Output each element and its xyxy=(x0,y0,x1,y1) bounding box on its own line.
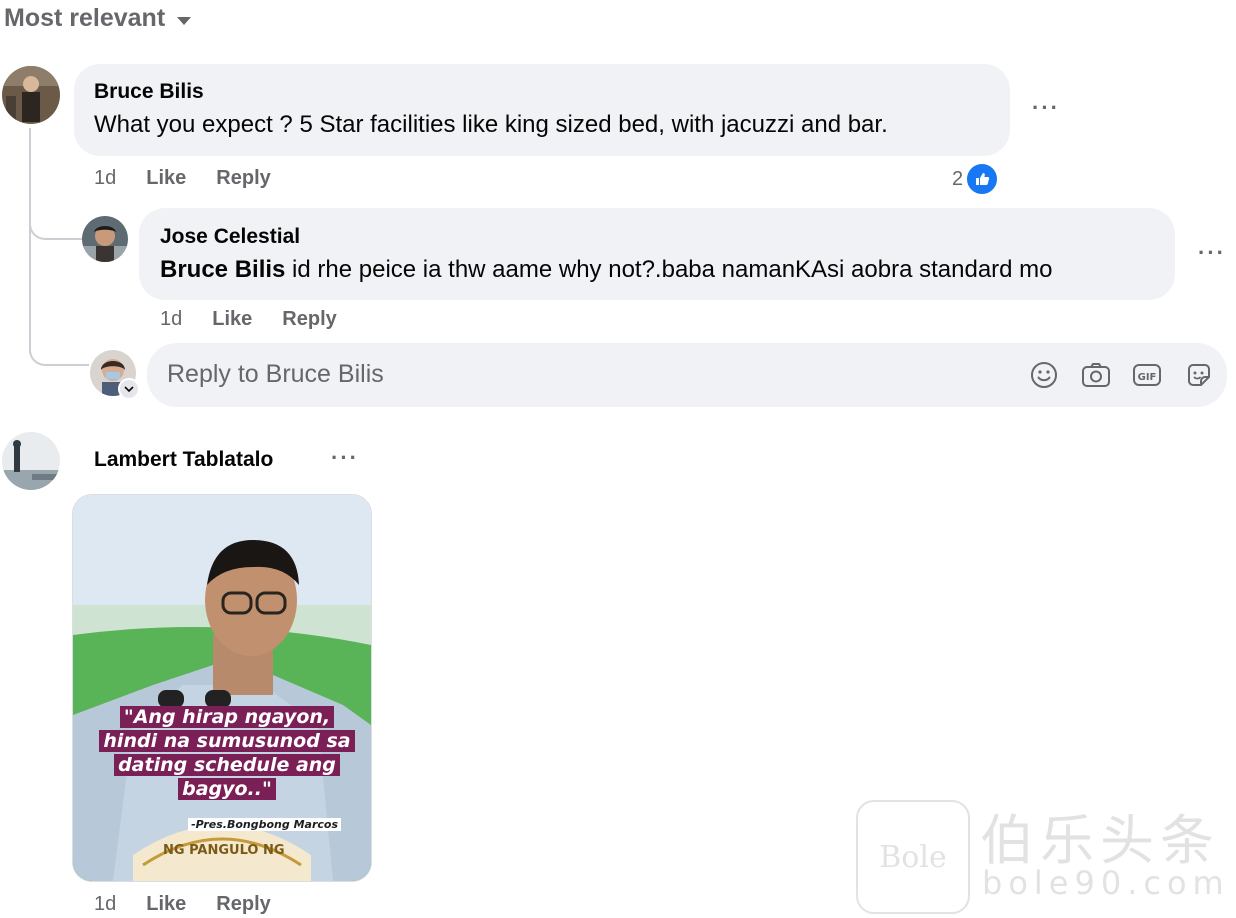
quote-line: hindi na sumusunod sa xyxy=(99,730,355,752)
sticker-icon[interactable] xyxy=(1184,360,1214,390)
reply-input[interactable]: Reply to Bruce Bilis GIF xyxy=(147,343,1227,407)
avatar[interactable] xyxy=(82,216,128,262)
watermark-logo: Bole xyxy=(856,800,970,914)
thread-connector xyxy=(29,334,89,366)
reply-actions: 1d Like Reply xyxy=(160,308,337,331)
mention-link[interactable]: Bruce Bilis xyxy=(160,256,285,283)
quote-text: "Ang hirap ngayon, hindi na sumusunod sa… xyxy=(79,705,371,801)
seal-text: NG PANGULO NG xyxy=(163,843,285,858)
more-options-button[interactable]: ··· xyxy=(331,445,359,471)
reply-placeholder: Reply to Bruce Bilis xyxy=(167,360,384,388)
comment-text: What you expect ? 5 Star facilities like… xyxy=(94,111,888,138)
account-switch-icon[interactable] xyxy=(118,378,140,400)
reply-author[interactable]: Jose Celestial xyxy=(160,225,300,249)
gif-label: GIF xyxy=(1138,372,1157,383)
thread-line xyxy=(29,128,31,353)
like-button[interactable]: Like xyxy=(212,308,252,331)
comment-author[interactable]: Bruce Bilis xyxy=(94,80,204,104)
reaction-count: 2 xyxy=(952,167,964,190)
gif-icon[interactable]: GIF xyxy=(1132,360,1162,390)
comment-bubble: Bruce Bilis What you expect ? 5 Star fac… xyxy=(74,64,1010,156)
reply-button[interactable]: Reply xyxy=(216,893,270,916)
comment-actions: 1d Like Reply xyxy=(94,167,271,190)
like-button[interactable]: Like xyxy=(146,167,186,190)
watermark-logo-text: Bole xyxy=(879,839,947,875)
quote-attribution: -Pres.Bongbong Marcos xyxy=(188,818,341,831)
quote-line: bagyo.." xyxy=(178,778,276,800)
reply-bubble: Jose Celestial Bruce Bilis id rhe peice … xyxy=(139,208,1175,300)
reply-button[interactable]: Reply xyxy=(282,308,336,331)
more-options-button[interactable]: ··· xyxy=(1032,95,1060,121)
caret-down-icon xyxy=(177,16,192,25)
quote-line: dating schedule ang xyxy=(114,754,340,776)
reaction-summary[interactable]: 2 xyxy=(952,162,1000,196)
avatar[interactable] xyxy=(2,432,60,490)
comment-image[interactable]: "Ang hirap ngayon, hindi na sumusunod sa… xyxy=(72,494,372,882)
reply-time[interactable]: 1d xyxy=(160,308,182,331)
comment-author[interactable]: Lambert Tablatalo xyxy=(94,448,273,472)
like-button[interactable]: Like xyxy=(146,893,186,916)
reply-text: Bruce Bilis id rhe peice ia thw aame why… xyxy=(160,256,1053,284)
quote-line: "Ang hirap ngayon, xyxy=(119,706,335,728)
avatar[interactable] xyxy=(2,66,60,124)
sort-dropdown[interactable]: Most relevant xyxy=(4,4,192,33)
reply-message: id rhe peice ia thw aame why not?.baba n… xyxy=(285,256,1053,283)
sort-label: Most relevant xyxy=(4,4,166,32)
watermark: Bole 伯乐头条 bole90.com xyxy=(856,800,1226,914)
more-options-button[interactable]: ··· xyxy=(1198,240,1226,266)
thumbs-up-icon xyxy=(965,162,1000,196)
comment-time[interactable]: 1d xyxy=(94,893,116,916)
camera-icon[interactable] xyxy=(1081,360,1111,390)
watermark-url: bole90.com xyxy=(982,864,1230,902)
reply-button[interactable]: Reply xyxy=(216,167,270,190)
emoji-icon[interactable] xyxy=(1029,360,1059,390)
comment-time[interactable]: 1d xyxy=(94,167,116,190)
thread-connector xyxy=(29,208,83,240)
comment-actions: 1d Like Reply xyxy=(94,893,271,916)
